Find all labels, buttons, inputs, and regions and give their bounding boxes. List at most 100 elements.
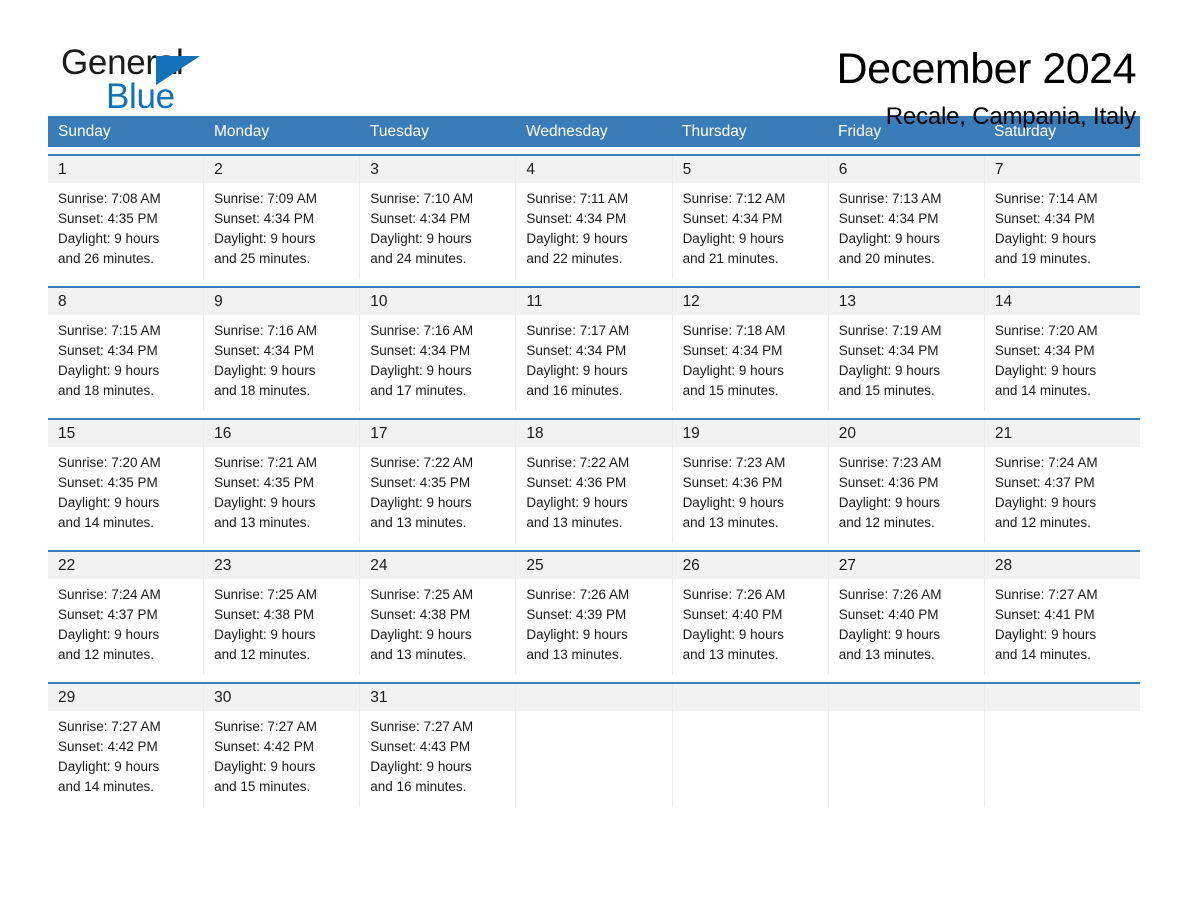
- day-cell[interactable]: 20 Sunrise: 7:23 AM Sunset: 4:36 PM Dayl…: [827, 420, 984, 543]
- day-cell[interactable]: 26 Sunrise: 7:26 AM Sunset: 4:40 PM Dayl…: [671, 552, 828, 675]
- day-details: [672, 711, 828, 804]
- sunset-text: Sunset: 4:36 PM: [838, 475, 939, 490]
- sunrise-text: Sunrise: 7:10 AM: [370, 191, 474, 206]
- sunset-text: Sunset: 4:34 PM: [526, 343, 627, 358]
- sunrise-text: Sunrise: 7:23 AM: [838, 455, 942, 470]
- day-number: 19: [672, 420, 828, 447]
- sunrise-text: Sunrise: 7:16 AM: [214, 323, 317, 338]
- daylight-text-line1: Daylight: 9 hours: [682, 363, 784, 378]
- daylight-text-line2: and 15 minutes.: [214, 779, 311, 794]
- day-cell[interactable]: 23 Sunrise: 7:25 AM Sunset: 4:38 PM Dayl…: [203, 552, 360, 675]
- sunrise-text: Sunrise: 7:11 AM: [526, 191, 629, 206]
- day-cell[interactable]: 2 Sunrise: 7:09 AM Sunset: 4:34 PM Dayli…: [203, 156, 360, 279]
- sunset-text: Sunset: 4:36 PM: [682, 475, 783, 490]
- sunrise-text: Sunrise: 7:20 AM: [58, 455, 161, 470]
- sunrise-text: Sunrise: 7:15 AM: [58, 323, 161, 338]
- day-details: Sunrise: 7:13 AM Sunset: 4:34 PM Dayligh…: [828, 183, 984, 279]
- daylight-text-line2: and 22 minutes.: [526, 251, 623, 266]
- day-number: 12: [672, 288, 828, 315]
- weekday-header-row: Sunday Monday Tuesday Wednesday Thursday…: [48, 116, 1140, 147]
- sunset-text: Sunset: 4:35 PM: [214, 475, 314, 490]
- page-header: General Blue December 2024 Recale, Campa…: [48, 0, 1140, 131]
- sunrise-text: Sunrise: 7:24 AM: [58, 587, 161, 602]
- daylight-text-line1: Daylight: 9 hours: [994, 231, 1097, 246]
- sunrise-text: Sunrise: 7:16 AM: [370, 323, 474, 338]
- day-number: 27: [828, 552, 984, 579]
- day-cell[interactable]: 3 Sunrise: 7:10 AM Sunset: 4:34 PM Dayli…: [359, 156, 516, 279]
- calendar-week-1: 1 Sunrise: 7:08 AM Sunset: 4:35 PM Dayli…: [48, 154, 1140, 279]
- day-cell[interactable]: 4 Sunrise: 7:11 AM Sunset: 4:34 PM Dayli…: [515, 156, 672, 279]
- sunrise-text: Sunrise: 7:25 AM: [370, 587, 474, 602]
- sunrise-text: Sunrise: 7:26 AM: [682, 587, 786, 602]
- sunrise-text: Sunrise: 7:22 AM: [526, 455, 630, 470]
- day-details: Sunrise: 7:12 AM Sunset: 4:34 PM Dayligh…: [672, 183, 828, 279]
- day-cell[interactable]: 21 Sunrise: 7:24 AM Sunset: 4:37 PM Dayl…: [983, 420, 1140, 543]
- day-number: 6: [828, 156, 984, 183]
- day-cell[interactable]: 15 Sunrise: 7:20 AM Sunset: 4:35 PM Dayl…: [48, 420, 204, 543]
- sunset-text: Sunset: 4:37 PM: [58, 607, 158, 622]
- day-details: Sunrise: 7:08 AM Sunset: 4:35 PM Dayligh…: [48, 183, 204, 279]
- daylight-text-line2: and 18 minutes.: [214, 383, 311, 398]
- day-cell[interactable]: 10 Sunrise: 7:16 AM Sunset: 4:34 PM Dayl…: [359, 288, 516, 411]
- day-cell[interactable]: 29 Sunrise: 7:27 AM Sunset: 4:42 PM Dayl…: [48, 684, 204, 807]
- daylight-text-line2: and 12 minutes.: [214, 647, 311, 662]
- day-cell[interactable]: 6 Sunrise: 7:13 AM Sunset: 4:34 PM Dayli…: [827, 156, 984, 279]
- daylight-text-line2: and 14 minutes.: [58, 779, 155, 794]
- day-details: Sunrise: 7:17 AM Sunset: 4:34 PM Dayligh…: [516, 315, 672, 411]
- day-cell[interactable]: 9 Sunrise: 7:16 AM Sunset: 4:34 PM Dayli…: [203, 288, 360, 411]
- sunrise-text: Sunrise: 7:27 AM: [994, 587, 1098, 602]
- sunset-text: Sunset: 4:40 PM: [838, 607, 939, 622]
- day-cell[interactable]: 28 Sunrise: 7:27 AM Sunset: 4:41 PM Dayl…: [983, 552, 1140, 675]
- day-cell[interactable]: 12 Sunrise: 7:18 AM Sunset: 4:34 PM Dayl…: [671, 288, 828, 411]
- day-cell[interactable]: 18 Sunrise: 7:22 AM Sunset: 4:36 PM Dayl…: [515, 420, 672, 543]
- sunrise-text: Sunrise: 7:24 AM: [994, 455, 1098, 470]
- day-details: Sunrise: 7:20 AM Sunset: 4:35 PM Dayligh…: [48, 447, 204, 543]
- day-number: 22: [48, 552, 204, 579]
- general-blue-logo: General Blue: [61, 44, 241, 116]
- sunrise-text: Sunrise: 7:09 AM: [214, 191, 317, 206]
- day-details: Sunrise: 7:22 AM Sunset: 4:36 PM Dayligh…: [516, 447, 672, 543]
- sunset-text: Sunset: 4:34 PM: [370, 211, 471, 226]
- daylight-text-line2: and 14 minutes.: [994, 647, 1091, 662]
- daylight-text-line2: and 12 minutes.: [58, 647, 155, 662]
- day-cell[interactable]: 17 Sunrise: 7:22 AM Sunset: 4:35 PM Dayl…: [359, 420, 516, 543]
- day-number: 8: [48, 288, 204, 315]
- sunrise-text: Sunrise: 7:17 AM: [526, 323, 630, 338]
- day-cell[interactable]: 16 Sunrise: 7:21 AM Sunset: 4:35 PM Dayl…: [203, 420, 360, 543]
- day-details: Sunrise: 7:25 AM Sunset: 4:38 PM Dayligh…: [360, 579, 516, 675]
- day-details: [516, 711, 672, 804]
- day-cell[interactable]: 24 Sunrise: 7:25 AM Sunset: 4:38 PM Dayl…: [359, 552, 516, 675]
- day-cell[interactable]: 11 Sunrise: 7:17 AM Sunset: 4:34 PM Dayl…: [515, 288, 672, 411]
- daylight-text-line2: and 15 minutes.: [682, 383, 779, 398]
- day-cell[interactable]: 31 Sunrise: 7:27 AM Sunset: 4:43 PM Dayl…: [359, 684, 516, 807]
- day-cell[interactable]: 8 Sunrise: 7:15 AM Sunset: 4:34 PM Dayli…: [48, 288, 204, 411]
- day-cell[interactable]: 22 Sunrise: 7:24 AM Sunset: 4:37 PM Dayl…: [48, 552, 204, 675]
- calendar-week-5: 29 Sunrise: 7:27 AM Sunset: 4:42 PM Dayl…: [48, 682, 1140, 807]
- sunset-text: Sunset: 4:37 PM: [994, 475, 1095, 490]
- daylight-text-line1: Daylight: 9 hours: [370, 495, 472, 510]
- day-number: 16: [204, 420, 360, 447]
- day-details: Sunrise: 7:27 AM Sunset: 4:41 PM Dayligh…: [984, 579, 1140, 675]
- daylight-text-line1: Daylight: 9 hours: [370, 759, 472, 774]
- sunset-text: Sunset: 4:42 PM: [214, 739, 314, 754]
- daylight-text-line2: and 16 minutes.: [526, 383, 623, 398]
- day-cell[interactable]: 5 Sunrise: 7:12 AM Sunset: 4:34 PM Dayli…: [671, 156, 828, 279]
- day-cell[interactable]: 13 Sunrise: 7:19 AM Sunset: 4:34 PM Dayl…: [827, 288, 984, 411]
- day-cell[interactable]: 19 Sunrise: 7:23 AM Sunset: 4:36 PM Dayl…: [671, 420, 828, 543]
- day-cell[interactable]: 7 Sunrise: 7:14 AM Sunset: 4:34 PM Dayli…: [983, 156, 1140, 279]
- day-number: 10: [360, 288, 516, 315]
- calendar-grid: Sunday Monday Tuesday Wednesday Thursday…: [48, 116, 1140, 807]
- sunset-text: Sunset: 4:39 PM: [526, 607, 627, 622]
- daylight-text-line1: Daylight: 9 hours: [58, 759, 160, 774]
- day-number: 18: [516, 420, 672, 447]
- daylight-text-line1: Daylight: 9 hours: [682, 627, 784, 642]
- day-cell[interactable]: 25 Sunrise: 7:26 AM Sunset: 4:39 PM Dayl…: [515, 552, 672, 675]
- day-cell[interactable]: 1 Sunrise: 7:08 AM Sunset: 4:35 PM Dayli…: [48, 156, 204, 279]
- daylight-text-line1: Daylight: 9 hours: [58, 627, 160, 642]
- daylight-text-line2: and 19 minutes.: [994, 251, 1091, 266]
- daylight-text-line2: and 15 minutes.: [838, 383, 935, 398]
- daylight-text-line2: and 24 minutes.: [370, 251, 467, 266]
- day-cell[interactable]: 14 Sunrise: 7:20 AM Sunset: 4:34 PM Dayl…: [983, 288, 1140, 411]
- day-cell[interactable]: 30 Sunrise: 7:27 AM Sunset: 4:42 PM Dayl…: [203, 684, 360, 807]
- day-cell[interactable]: 27 Sunrise: 7:26 AM Sunset: 4:40 PM Dayl…: [827, 552, 984, 675]
